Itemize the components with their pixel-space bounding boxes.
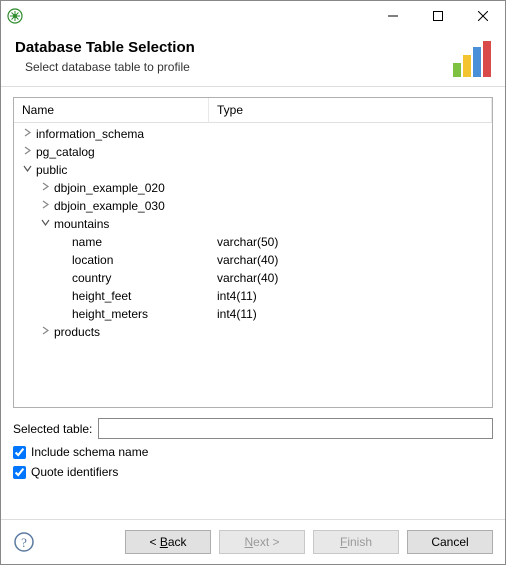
tree-node-label: country [72,271,111,285]
tree-node-label: information_schema [36,127,144,141]
tree-node-label: name [72,235,102,249]
tree-node-label: pg_catalog [36,145,95,159]
tree-node-label: location [72,253,113,267]
tree-row[interactable]: public [14,161,492,179]
include-schema-checkbox[interactable] [13,446,26,459]
tree-node-label: products [54,325,100,339]
wizard-header: Database Table Selection Select database… [1,31,505,87]
bars-icon [451,37,495,84]
tree-row[interactable]: dbjoin_example_030 [14,197,492,215]
quote-identifiers-row: Quote identifiers [13,465,493,479]
column-header-type[interactable]: Type [209,98,492,122]
back-button[interactable]: < Back [125,530,211,554]
tree-node-type: int4(11) [209,289,492,303]
titlebar [1,1,505,31]
chevron-right-icon[interactable] [20,128,34,140]
chevron-right-icon[interactable] [38,200,52,212]
tree-node-label: height_meters [72,307,148,321]
quote-identifiers-label[interactable]: Quote identifiers [31,465,118,479]
wizard-body: Name Type information_schema pg_catalogpu… [1,87,505,519]
selected-table-input[interactable] [98,418,493,439]
tree-row[interactable]: information_schema [14,125,492,143]
tree-row[interactable]: pg_catalog [14,143,492,161]
tree-row[interactable]: height_meters int4(11) [14,305,492,323]
tree-node-type: varchar(40) [209,271,492,285]
table-tree: Name Type information_schema pg_catalogpu… [13,97,493,408]
page-title: Database Table Selection [15,39,491,56]
selected-table-row: Selected table: [13,418,493,439]
chevron-right-icon[interactable] [38,326,52,338]
tree-node-label: height_feet [72,289,131,303]
tree-rows: information_schema pg_catalogpublic dbjoin… [14,123,492,407]
chevron-right-icon[interactable] [20,146,34,158]
help-icon: ? [14,532,34,552]
tree-node-label: mountains [54,217,109,231]
include-schema-row: Include schema name [13,445,493,459]
tree-row[interactable]: country varchar(40) [14,269,492,287]
tree-node-label: public [36,163,67,177]
tree-row[interactable]: products [14,323,492,341]
close-button[interactable] [460,1,505,31]
cancel-button[interactable]: Cancel [407,530,493,554]
tree-node-type: varchar(50) [209,235,492,249]
next-button: Next > [219,530,305,554]
wizard-footer: ? < Back Next > Finish Cancel [1,519,505,564]
tree-node-type: varchar(40) [209,253,492,267]
tree-row[interactable]: name varchar(50) [14,233,492,251]
svg-text:?: ? [21,535,27,550]
chevron-down-icon[interactable] [20,164,34,176]
tree-node-label: dbjoin_example_030 [54,199,165,213]
app-icon [7,8,23,24]
chevron-right-icon[interactable] [38,182,52,194]
maximize-icon [433,11,443,21]
tree-node-label: dbjoin_example_020 [54,181,165,195]
column-header-name[interactable]: Name [14,98,209,122]
tree-node-type: int4(11) [209,307,492,321]
finish-button: Finish [313,530,399,554]
selected-table-label: Selected table: [13,422,92,436]
maximize-button[interactable] [415,1,460,31]
tree-row[interactable]: dbjoin_example_020 [14,179,492,197]
page-subtitle: Select database table to profile [25,60,491,74]
tree-row[interactable]: mountains [14,215,492,233]
minimize-button[interactable] [370,1,415,31]
include-schema-label[interactable]: Include schema name [31,445,148,459]
help-button[interactable]: ? [13,531,35,553]
chevron-down-icon[interactable] [38,218,52,230]
tree-row[interactable]: location varchar(40) [14,251,492,269]
minimize-icon [388,11,398,21]
quote-identifiers-checkbox[interactable] [13,466,26,479]
tree-header: Name Type [14,98,492,123]
tree-row[interactable]: height_feet int4(11) [14,287,492,305]
close-icon [478,11,488,21]
